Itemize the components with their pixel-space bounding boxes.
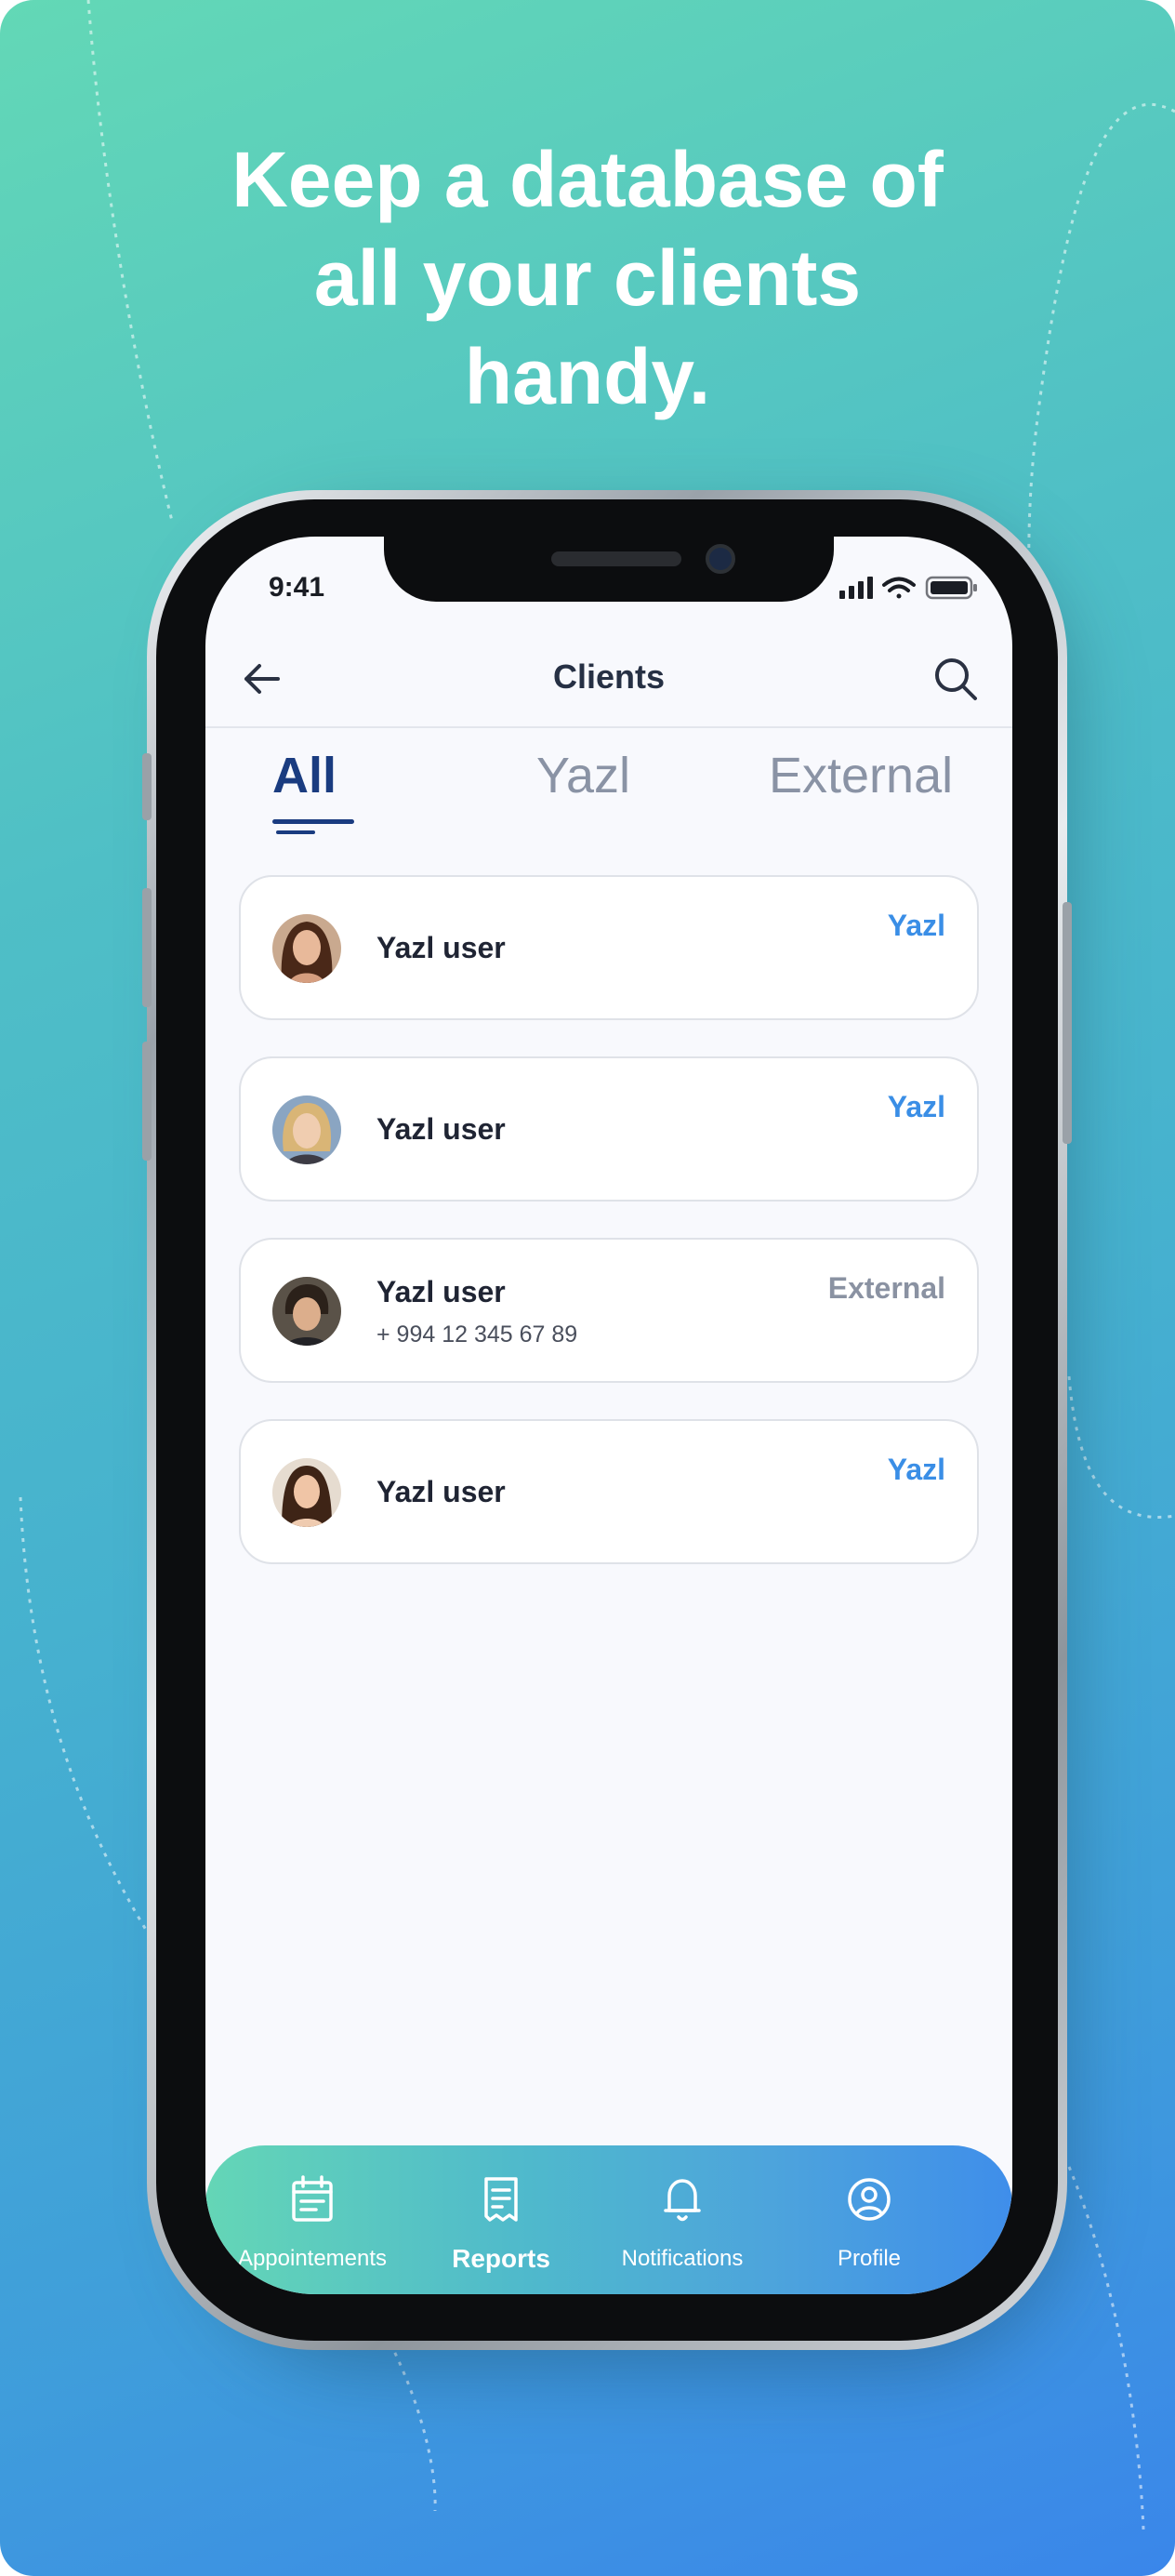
promo-background: Keep a database of all your clients hand…: [0, 0, 1175, 2576]
client-name: Yazl user: [376, 1275, 506, 1308]
search-icon[interactable]: [932, 656, 979, 702]
client-name: Yazl user: [376, 1112, 506, 1146]
calendar-icon: [292, 2175, 333, 2222]
phone-screen: 9:41 Clients All Yazl External Yazl user…: [205, 537, 1012, 2294]
app-bar: Clients: [205, 630, 1012, 728]
avatar: [272, 914, 341, 983]
client-card[interactable]: Yazl user + 994 12 345 67 89 External: [239, 1238, 979, 1383]
phone-volume-down: [142, 1042, 152, 1161]
headline-line-3: handy.: [464, 333, 711, 420]
avatar: [272, 1277, 341, 1346]
client-type-badge: External: [827, 1271, 945, 1305]
speaker: [551, 551, 681, 566]
avatar: [272, 1458, 341, 1527]
camera: [706, 544, 735, 574]
page-title: Clients: [552, 657, 666, 696]
nav-label: Reports: [452, 2244, 550, 2273]
phone-volume-up: [142, 888, 152, 1007]
tab-yazl[interactable]: Yazl: [536, 747, 630, 804]
nav-item-profile[interactable]: Profile: [776, 2145, 962, 2294]
nav-label: Appointements: [237, 2246, 388, 2271]
bottom-nav: Appointements Reports Notifications Prof…: [205, 2145, 1012, 2294]
client-type-badge: Yazl: [887, 1090, 945, 1123]
status-time: 9:41: [269, 572, 325, 603]
client-type-badge: Yazl: [887, 1453, 945, 1486]
headline-line-2: all your clients: [313, 234, 862, 322]
nav-label: Notifications: [621, 2246, 744, 2271]
headline: Keep a database of all your clients hand…: [0, 130, 1175, 426]
client-phone: + 994 12 345 67 89: [376, 1321, 578, 1348]
headline-line-1: Keep a database of: [231, 136, 944, 223]
phone-mute-switch: [142, 753, 152, 820]
signal-icon: [839, 577, 873, 599]
status-icons: [839, 576, 977, 600]
nav-item-appointements[interactable]: Appointements: [219, 2145, 405, 2294]
battery-icon: [925, 576, 977, 600]
client-card[interactable]: Yazl user Yazl: [239, 875, 979, 1020]
client-type-badge: Yazl: [887, 909, 945, 942]
nav-item-notifications[interactable]: Notifications: [589, 2145, 775, 2294]
user-circle-icon: [848, 2178, 891, 2221]
nav-item-reports[interactable]: Reports: [408, 2145, 594, 2294]
client-card[interactable]: Yazl user Yazl: [239, 1056, 979, 1202]
tab-all[interactable]: All: [272, 747, 337, 804]
tab-all-underline: [272, 819, 354, 824]
client-name: Yazl user: [376, 931, 506, 964]
client-card[interactable]: Yazl user Yazl: [239, 1419, 979, 1564]
bell-icon: [664, 2179, 701, 2222]
wifi-icon: [882, 577, 916, 599]
nav-label: Profile: [837, 2246, 902, 2271]
filter-tabs: All Yazl External: [205, 747, 1012, 834]
tab-external[interactable]: External: [769, 747, 953, 804]
client-name: Yazl user: [376, 1475, 506, 1508]
avatar: [272, 1095, 341, 1164]
tab-all-underline-short: [276, 830, 315, 834]
phone-power-button: [1063, 902, 1072, 1144]
receipt-icon: [484, 2177, 518, 2222]
notch: [384, 537, 834, 602]
